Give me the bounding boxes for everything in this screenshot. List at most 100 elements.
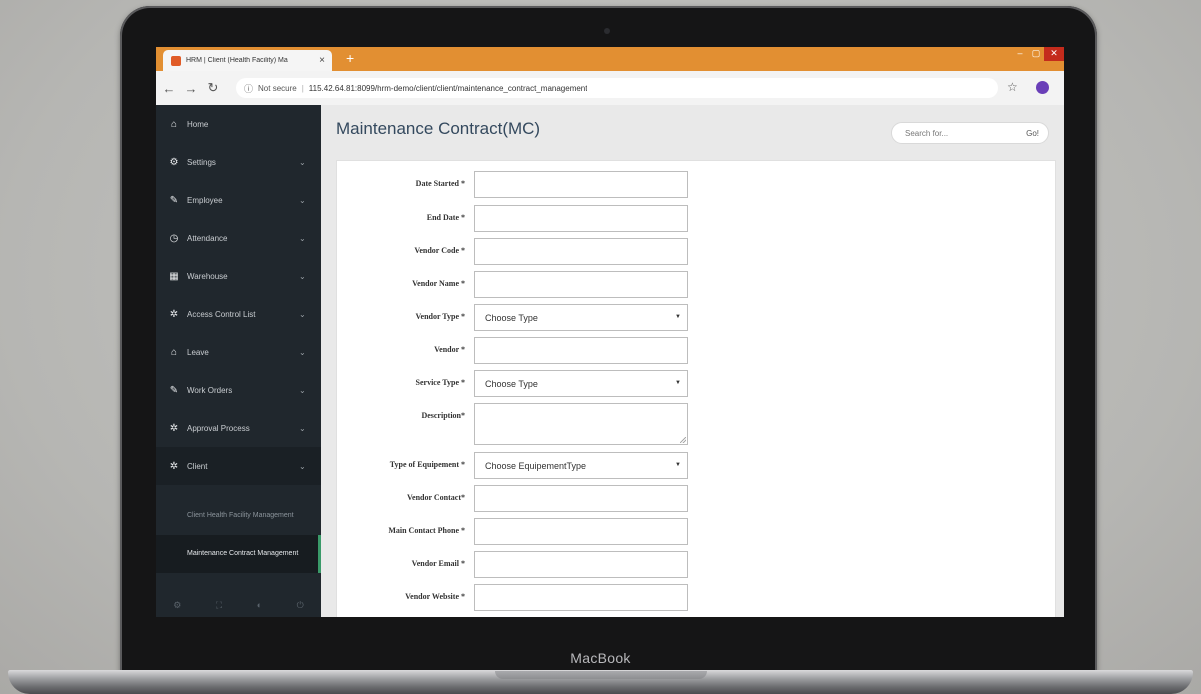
resize-grip-icon[interactable] — [680, 437, 686, 443]
maximize-button[interactable]: ▢ — [1028, 47, 1044, 61]
select-value: Choose EquipementType — [485, 460, 587, 471]
chevron-down-icon: ⌄ — [299, 461, 306, 471]
vendor-contact-input[interactable] — [474, 485, 688, 512]
end-date-input[interactable] — [474, 205, 688, 232]
form-row: Vendor Name * — [337, 271, 737, 298]
form-row: Description* — [337, 403, 737, 445]
form-row: Vendor Contact* — [337, 485, 737, 512]
form-row: Date Started * — [337, 171, 737, 198]
url-bar[interactable]: ⓘ Not secure | 115.42.64.81:8099/hrm-dem… — [236, 78, 998, 98]
sidebar-subitem-maintenance-contract[interactable]: Maintenance Contract Management — [156, 535, 321, 573]
field-label: Type of Equipement * — [389, 460, 465, 469]
field-label: Service Type * — [415, 378, 465, 387]
logout-icon[interactable]: ⏻ — [297, 600, 304, 611]
sidebar-item-work-orders[interactable]: ✎ Work Orders ⌄ — [156, 371, 321, 409]
sidebar-item-attendance[interactable]: ◷ Attendance ⌄ — [156, 219, 321, 257]
form-row: Vendor Website * — [337, 584, 737, 611]
chevron-down-icon: ⌄ — [299, 271, 306, 281]
sidebar-item-approval-process[interactable]: ✲ Approval Process ⌄ — [156, 409, 321, 447]
sidebar-item-employee[interactable]: ✎ Employee ⌄ — [156, 181, 321, 219]
sidebar-footer: ⚙ ⛶ ◐ ⏻ — [156, 593, 321, 617]
sidebar-item-label: Leave — [187, 347, 209, 357]
minimize-button[interactable]: – — [1012, 47, 1028, 61]
field-label: Vendor Code * — [414, 246, 465, 255]
vendor-input[interactable] — [474, 337, 688, 364]
sidebar-item-home[interactable]: ⌂ Home — [156, 105, 321, 143]
chevron-down-icon: ⌄ — [299, 385, 306, 395]
equipment-type-select[interactable]: Choose EquipementType ▼ — [474, 452, 688, 479]
gear-icon: ✲ — [169, 308, 179, 320]
form-row: End Date * — [337, 205, 737, 232]
search-input[interactable]: Search for... — [905, 129, 948, 138]
vendor-website-input[interactable] — [474, 584, 688, 611]
vendor-name-input[interactable] — [474, 271, 688, 298]
field-label: Vendor Type * — [415, 312, 466, 321]
laptop-screen: HRM | Client (Health Facility) Ma × + – … — [156, 47, 1064, 617]
dropdown-caret-icon: ▼ — [675, 380, 681, 386]
field-label: Description* — [421, 411, 465, 420]
sidebar-item-label: Client — [187, 461, 208, 471]
field-label: Vendor Name * — [412, 279, 465, 288]
description-textarea[interactable] — [474, 403, 688, 445]
search-go-button[interactable]: Go! — [1026, 129, 1039, 138]
close-window-button[interactable]: ✕ — [1044, 47, 1064, 61]
chevron-down-icon: ⌄ — [299, 233, 306, 243]
info-icon[interactable]: ⓘ — [244, 82, 253, 95]
browser-tab-bar: HRM | Client (Health Facility) Ma × + – … — [156, 47, 1064, 71]
url-text: 115.42.64.81:8099/hrm-demo/client/client… — [308, 83, 588, 93]
form-row: Vendor * — [337, 337, 737, 364]
select-value: Choose Type — [485, 312, 538, 323]
sidebar-item-label: Attendance — [187, 233, 228, 243]
sidebar-item-leave[interactable]: ⌂ Leave ⌄ — [156, 333, 321, 371]
sidebar-item-settings[interactable]: ⚙ Settings ⌄ — [156, 143, 321, 181]
forward-icon[interactable]: → — [182, 81, 200, 96]
sidebar-item-label: Warehouse — [187, 271, 228, 281]
bookmark-star-icon[interactable]: ☆ — [1007, 80, 1018, 94]
service-type-select[interactable]: Choose Type ▼ — [474, 370, 688, 397]
url-divider: | — [301, 83, 304, 93]
sidebar-item-access-control-list[interactable]: ✲ Access Control List ⌄ — [156, 295, 321, 333]
chevron-down-icon: ⌄ — [299, 347, 306, 357]
sidebar-item-label: Work Orders — [187, 385, 233, 395]
chevron-down-icon: ⌄ — [299, 423, 306, 433]
profile-avatar[interactable] — [1036, 81, 1049, 94]
form-row: Vendor Type * Choose Type ▼ — [337, 304, 737, 331]
vendor-code-input[interactable] — [474, 238, 688, 265]
window-controls: – ▢ ✕ — [1012, 47, 1064, 61]
home-icon: ⌂ — [170, 346, 178, 358]
security-status: Not secure — [258, 83, 297, 93]
form-row: Vendor Email * — [337, 551, 737, 578]
back-icon[interactable]: ← — [160, 81, 178, 96]
date-started-input[interactable] — [474, 171, 688, 198]
sidebar-item-label: Home — [187, 119, 209, 129]
lock-icon[interactable]: ◐ — [257, 600, 262, 610]
field-label: Vendor Contact* — [406, 493, 465, 502]
tab-close-icon[interactable]: × — [316, 55, 328, 66]
chevron-down-icon: ⌄ — [299, 195, 306, 205]
webcam — [604, 28, 610, 34]
search-box[interactable]: Search for... Go! — [891, 122, 1049, 144]
field-label: Main Contact Phone * — [388, 526, 465, 535]
laptop-base-notch — [495, 671, 707, 679]
favicon-icon — [171, 55, 181, 66]
chevron-down-icon: ⌄ — [299, 309, 306, 319]
sidebar-subitem-client-health-facility[interactable]: Client Health Facility Management — [156, 497, 321, 535]
edit-icon: ✎ — [169, 194, 179, 206]
sidebar-item-client[interactable]: ✲ Client ⌄ — [156, 447, 324, 485]
building-icon: ▦ — [169, 270, 179, 282]
field-label: Vendor Email * — [411, 559, 465, 568]
main-contact-phone-input[interactable] — [474, 518, 688, 545]
vendor-email-input[interactable] — [474, 551, 688, 578]
form-row: Type of Equipement * Choose EquipementTy… — [337, 452, 737, 479]
sidebar-item-warehouse[interactable]: ▦ Warehouse ⌄ — [156, 257, 321, 295]
reload-icon[interactable]: ↻ — [204, 80, 222, 96]
fullscreen-icon[interactable]: ⛶ — [216, 600, 222, 611]
dropdown-caret-icon: ▼ — [675, 314, 681, 320]
new-tab-button[interactable]: + — [346, 50, 354, 66]
settings-icon[interactable]: ⚙ — [173, 600, 181, 611]
vendor-type-select[interactable]: Choose Type ▼ — [474, 304, 688, 331]
browser-tab[interactable]: HRM | Client (Health Facility) Ma × — [163, 50, 332, 71]
clock-icon: ◷ — [169, 232, 179, 244]
sidebar-item-label: Approval Process — [187, 423, 250, 433]
field-label: Vendor * — [434, 345, 465, 354]
